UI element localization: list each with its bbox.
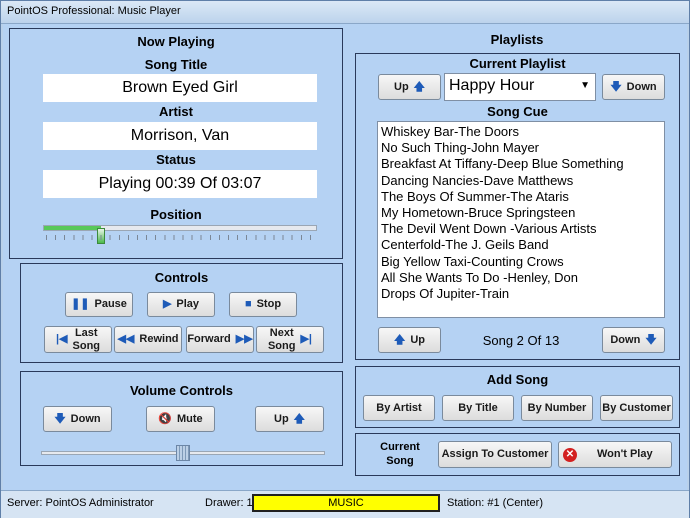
current-song-panel: Current Song Assign To Customer ✕ Won't … xyxy=(355,433,680,476)
skip-forward-icon: ▶| xyxy=(300,333,313,345)
position-label: Position xyxy=(150,207,202,222)
add-song-header: Add Song xyxy=(486,372,549,387)
skip-back-icon: |◀ xyxy=(55,333,68,345)
song-count: Song 2 Of 13 xyxy=(482,333,560,348)
stop-button[interactable]: ■ Stop xyxy=(229,292,297,317)
rewind-icon: ◀◀ xyxy=(117,333,135,345)
cue-down-button[interactable]: Down 🡇 xyxy=(602,327,665,353)
chevron-down-icon: ▼ xyxy=(580,80,590,91)
status-label: Status xyxy=(156,152,196,167)
status-bar: Server: PointOS Administrator Drawer: 1 … xyxy=(1,490,689,518)
volume-up-button[interactable]: Up 🡅 xyxy=(255,406,324,432)
play-button[interactable]: ▶ Play xyxy=(147,292,215,317)
list-item[interactable]: All She Wants To Do -Henley, Don xyxy=(378,270,664,286)
last-song-button[interactable]: |◀ Last Song xyxy=(44,326,112,353)
add-by-number-button[interactable]: By Number xyxy=(521,395,593,421)
list-item[interactable]: Breakfast At Tiffany-Deep Blue Something xyxy=(378,156,664,172)
song-cue-label: Song Cue xyxy=(487,104,548,119)
arrow-down-icon: 🡇 xyxy=(54,412,66,425)
position-progress-fill xyxy=(44,226,101,230)
list-item[interactable]: No Such Thing-John Mayer xyxy=(378,140,664,156)
volume-header: Volume Controls xyxy=(129,383,234,398)
list-item[interactable]: Centerfold-The J. Geils Band xyxy=(378,237,664,253)
playlist-down-button[interactable]: 🡇 Down xyxy=(602,74,665,100)
artist-label: Artist xyxy=(159,104,193,119)
song-cue-list[interactable]: Whiskey Bar-The Doors No Such Thing-John … xyxy=(377,121,665,318)
block-icon: ✕ xyxy=(563,447,577,462)
arrow-down-icon: 🡇 xyxy=(610,80,622,93)
mute-button[interactable]: 🔇 Mute xyxy=(146,406,215,432)
playlists-header: Playlists xyxy=(490,32,544,47)
mode-badge: MUSIC xyxy=(252,494,440,512)
add-song-panel: Add Song By Artist By Title By Number By… xyxy=(355,366,680,428)
stop-icon: ■ xyxy=(244,298,252,310)
window-title: PointOS Professional: Music Player xyxy=(7,5,181,17)
list-item[interactable]: The Devil Went Down -Various Artists xyxy=(378,221,664,237)
artist-field: Morrison, Van xyxy=(43,122,317,150)
status-drawer: Drawer: 1 xyxy=(205,497,253,509)
playlist-select-value: Happy Hour xyxy=(449,77,535,94)
add-by-customer-button[interactable]: By Customer xyxy=(600,395,673,421)
forward-button[interactable]: Forward ▶▶ xyxy=(186,326,254,353)
wont-play-button[interactable]: ✕ Won't Play xyxy=(558,441,672,468)
now-playing-panel: Now Playing Song Title Brown Eyed Girl A… xyxy=(9,28,343,259)
play-icon: ▶ xyxy=(162,298,172,310)
status-station: Station: #1 (Center) xyxy=(447,497,543,509)
pause-icon: ❚❚ xyxy=(71,298,90,310)
arrow-down-icon: 🡇 xyxy=(645,333,657,346)
list-item[interactable]: The Boys Of Summer-The Ataris xyxy=(378,189,664,205)
list-item[interactable]: Whiskey Bar-The Doors xyxy=(378,124,664,140)
list-item[interactable]: Dancing Nancies-Dave Matthews xyxy=(378,173,664,189)
client-area: Now Playing Song Title Brown Eyed Girl A… xyxy=(3,24,687,490)
playlist-up-button[interactable]: Up 🡅 xyxy=(378,74,441,100)
controls-panel: Controls ❚❚ Pause ▶ Play ■ Stop |◀ Last Song… xyxy=(20,263,343,363)
title-bar: PointOS Professional: Music Player xyxy=(1,1,689,24)
speaker-mute-icon: 🔇 xyxy=(158,412,173,425)
list-item[interactable]: Drops Of Jupiter-Train xyxy=(378,286,664,302)
add-by-artist-button[interactable]: By Artist xyxy=(363,395,435,421)
next-song-button[interactable]: Next Song ▶| xyxy=(256,326,324,353)
rewind-button[interactable]: ◀◀ Rewind xyxy=(114,326,182,353)
now-playing-header: Now Playing xyxy=(137,34,215,49)
arrow-up-icon: 🡅 xyxy=(413,80,425,93)
add-by-title-button[interactable]: By Title xyxy=(442,395,514,421)
arrow-up-icon: 🡅 xyxy=(394,333,406,346)
list-item[interactable]: My Hometown-Bruce Springsteen xyxy=(378,205,664,221)
playlist-select[interactable]: Happy Hour ▼ xyxy=(444,73,596,101)
cue-up-button[interactable]: 🡅 Up xyxy=(378,327,441,353)
status-server: Server: PointOS Administrator xyxy=(7,497,154,509)
assign-to-customer-button[interactable]: Assign To Customer xyxy=(438,441,552,468)
volume-panel: Volume Controls 🡇 Down 🔇 Mute Up 🡅 xyxy=(20,371,343,466)
song-title-field: Brown Eyed Girl xyxy=(43,74,317,102)
pause-button[interactable]: ❚❚ Pause xyxy=(65,292,133,317)
position-ticks xyxy=(46,235,316,240)
status-field: Playing 00:39 Of 03:07 xyxy=(43,170,317,198)
fast-forward-icon: ▶▶ xyxy=(235,333,253,345)
current-playlist-label: Current Playlist xyxy=(469,56,566,71)
volume-slider-thumb[interactable] xyxy=(176,445,190,461)
current-playlist-panel: Current Playlist Up 🡅 Happy Hour ▼ 🡇 Down … xyxy=(355,53,680,360)
volume-down-button[interactable]: 🡇 Down xyxy=(43,406,112,432)
controls-header: Controls xyxy=(154,270,209,285)
current-song-label: Current Song xyxy=(380,441,420,467)
app-window: PointOS Professional: Music Player Now P… xyxy=(0,0,690,518)
arrow-up-icon: 🡅 xyxy=(293,412,305,425)
list-item[interactable]: Big Yellow Taxi-Counting Crows xyxy=(378,254,664,270)
song-title-label: Song Title xyxy=(144,57,208,72)
